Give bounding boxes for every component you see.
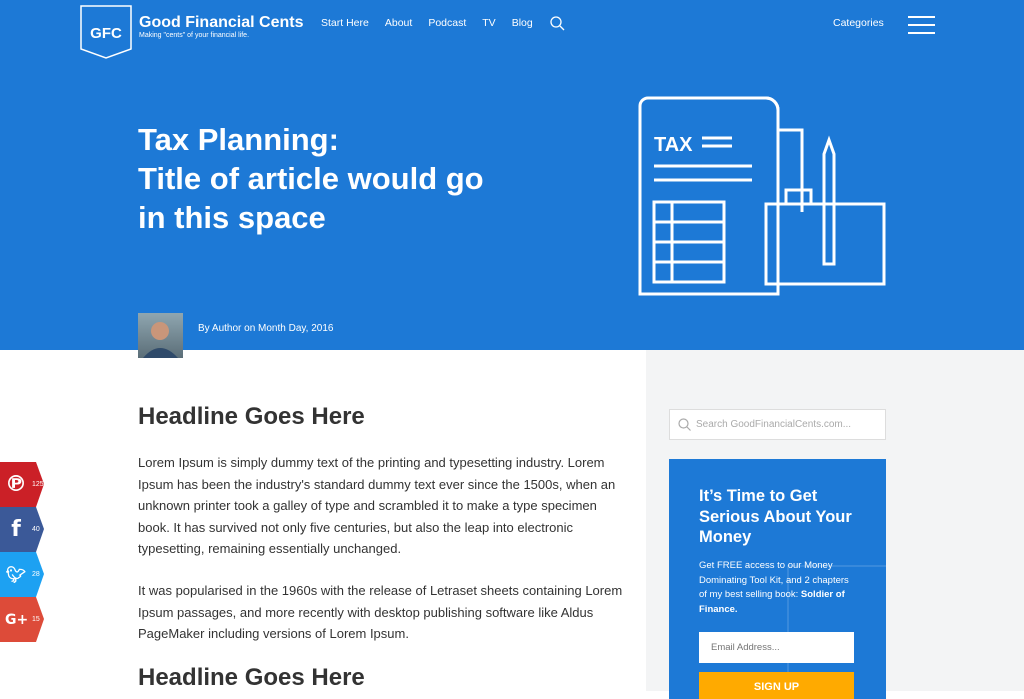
pinterest-share-button[interactable]: ℗ 125 bbox=[0, 462, 44, 507]
tax-document-illustration: TAX bbox=[638, 96, 886, 296]
brand-name[interactable]: Good Financial Cents bbox=[139, 14, 303, 32]
page-title: Tax Planning: Title of article would go in… bbox=[138, 122, 484, 235]
author-avatar[interactable] bbox=[138, 313, 183, 358]
article-paragraph: It was popularised in the 1960s with the… bbox=[138, 583, 623, 641]
twitter-share-button[interactable]: 🐦︎ 28 bbox=[0, 552, 44, 597]
search-icon[interactable] bbox=[550, 16, 565, 31]
tagline: Making "cents" of your financial life. bbox=[139, 32, 250, 39]
svg-text:GFC: GFC bbox=[90, 25, 122, 42]
newsletter-promo: It’s Time to Get Serious About Your Mone… bbox=[669, 459, 886, 699]
facebook-share-button[interactable]: f 40 bbox=[0, 507, 44, 552]
svg-text:TAX: TAX bbox=[654, 134, 693, 156]
nav-tv[interactable]: TV bbox=[482, 17, 495, 29]
article-paragraph: Lorem Ipsum is simply dummy text of the … bbox=[138, 455, 616, 556]
article-headline: Headline Goes Here bbox=[138, 664, 365, 691]
google-plus-share-button[interactable]: G+ 15 bbox=[0, 597, 44, 642]
promo-title: It’s Time to Get Serious About Your Mone… bbox=[699, 487, 852, 546]
search-icon bbox=[678, 418, 691, 431]
nav-blog[interactable]: Blog bbox=[512, 17, 533, 29]
sidebar-search-input[interactable]: Search GoodFinancialCents.com... bbox=[669, 409, 886, 440]
categories-link[interactable]: Categories bbox=[833, 17, 884, 29]
hero-banner: GFC Good Financial Cents Making "cents" … bbox=[0, 0, 1024, 358]
gfc-logo[interactable]: GFC bbox=[80, 5, 132, 59]
nav-podcast[interactable]: Podcast bbox=[428, 17, 466, 29]
main-nav: Start Here About Podcast TV Blog bbox=[321, 17, 549, 29]
byline: By Author on Month Day, 2016 bbox=[198, 323, 334, 334]
twitter-icon: 🐦︎ bbox=[5, 565, 27, 584]
hamburger-menu-icon[interactable] bbox=[908, 16, 935, 40]
nav-about[interactable]: About bbox=[385, 17, 412, 29]
pinterest-icon: ℗ bbox=[5, 472, 27, 497]
article-headline: Headline Goes Here bbox=[138, 403, 365, 430]
google-plus-icon: G+ bbox=[5, 611, 29, 628]
email-input[interactable] bbox=[699, 632, 854, 663]
promo-body: Get FREE access to our Money Dominating … bbox=[699, 560, 849, 615]
signup-button[interactable]: SIGN UP bbox=[699, 672, 854, 699]
nav-start-here[interactable]: Start Here bbox=[321, 17, 369, 29]
facebook-icon: f bbox=[11, 517, 21, 542]
